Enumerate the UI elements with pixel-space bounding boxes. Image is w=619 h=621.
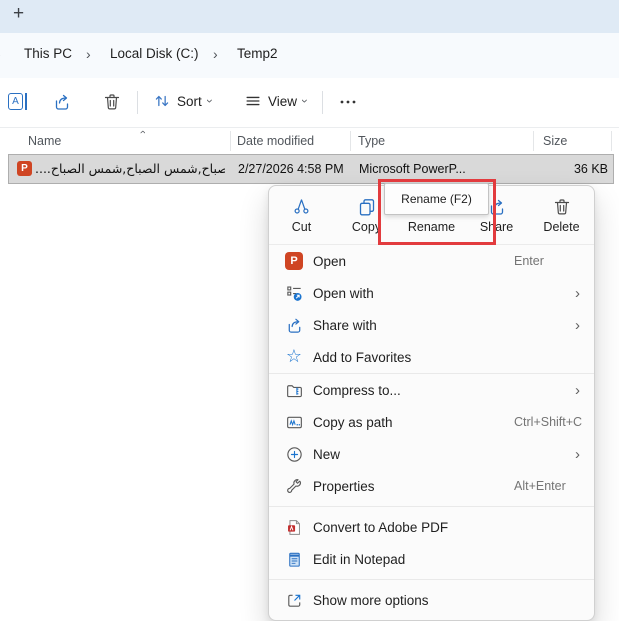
share-icon (55, 94, 69, 110)
file-type: Microsoft PowerP... (359, 162, 466, 176)
menu-item-new[interactable]: New › (269, 438, 594, 470)
view-icon (246, 96, 260, 106)
menu-item-properties[interactable]: Properties Alt+Enter (269, 470, 594, 502)
sort-button[interactable]: Sort › (153, 92, 217, 110)
breadcrumb-local-disk[interactable]: Local Disk (C:) (110, 46, 199, 61)
menu-item-add-to-favorites[interactable]: ☆ Add to Favorites (269, 341, 594, 374)
chevron-right-icon: › (0, 46, 1, 62)
text-cursor-icon (25, 93, 27, 110)
powerpoint-icon: P (285, 252, 303, 270)
delete-label: Delete (543, 219, 580, 234)
menu-item-share-with[interactable]: Share with › (269, 309, 594, 341)
chevron-down-icon: › (202, 99, 217, 103)
file-size: 36 KB (573, 162, 608, 176)
menu-item-compress-to[interactable]: Compress to... › (269, 374, 594, 406)
properties-icon (286, 478, 301, 493)
share-with-icon (288, 318, 300, 333)
see-more-button[interactable] (338, 96, 358, 116)
delete-icon (104, 94, 120, 110)
rename-tooltip: Rename (F2) (384, 183, 489, 215)
context-menu: Cut Copy Rename Share Delete P Open Ente… (268, 185, 595, 621)
shortcut-label: Ctrl+Shift+C (514, 415, 583, 429)
toolbar-divider (137, 91, 138, 114)
sort-ascending-icon: › (136, 130, 149, 134)
cut-label: Cut (291, 219, 312, 234)
favorites-star-icon: ☆ (285, 346, 303, 367)
column-header-type[interactable]: Type (358, 134, 385, 148)
delete-button[interactable]: Delete (529, 186, 594, 244)
copy-label: Copy (351, 219, 382, 234)
column-divider[interactable] (350, 131, 351, 151)
cut-icon (294, 199, 309, 214)
sort-icon (155, 95, 169, 107)
rename-label: Rename (407, 219, 456, 234)
rename-button[interactable]: A (8, 93, 27, 110)
menu-item-edit-in-notepad[interactable]: Edit in Notepad (269, 543, 594, 575)
chevron-right-icon: › (213, 46, 218, 62)
column-header-size[interactable]: Size (543, 134, 567, 148)
file-list-header: Name › Date modified Type Size (0, 127, 619, 154)
shortcut-label: Enter (514, 254, 544, 268)
menu-separator (269, 579, 594, 580)
menu-item-show-more-options[interactable]: Show more options (269, 584, 594, 616)
share-button[interactable] (52, 92, 72, 112)
delete-icon (554, 198, 569, 215)
share-label: Share (479, 219, 514, 234)
file-row-selected[interactable]: P ....شمس الصباح,شمس الصباح,شمس الصباح 2… (8, 154, 614, 184)
file-name: ....شمس الصباح,شمس الصباح,شمس الصباح (35, 161, 225, 176)
submenu-chevron-icon: › (575, 381, 580, 399)
view-label: View (268, 93, 298, 109)
show-more-options-icon (287, 594, 300, 607)
copy-icon (359, 198, 374, 215)
breadcrumb-this-pc[interactable]: This PC (24, 46, 72, 61)
new-icon (286, 446, 302, 462)
compress-to-icon (286, 384, 302, 397)
more-icon (340, 100, 356, 104)
column-divider[interactable] (611, 131, 612, 151)
chevron-right-icon: › (86, 46, 91, 62)
view-button[interactable]: View › (244, 92, 312, 110)
file-explorer-window: + › This PC › Local Disk (C:) › Temp2 A (0, 0, 619, 621)
menu-item-open[interactable]: P Open Enter (269, 245, 594, 277)
rename-icon: A (8, 93, 23, 110)
submenu-chevron-icon: › (575, 316, 580, 334)
new-tab-button[interactable]: + (13, 3, 24, 25)
chevron-down-icon: › (298, 99, 313, 103)
delete-button[interactable] (102, 92, 122, 112)
shortcut-label: Alt+Enter (514, 479, 566, 493)
share-icon (490, 199, 503, 215)
file-date-modified: 2/27/2026 4:58 PM (238, 162, 344, 176)
adobe-pdf-icon (287, 519, 300, 535)
powerpoint-file-icon: P (17, 161, 32, 176)
submenu-chevron-icon: › (575, 284, 580, 302)
column-divider[interactable] (230, 131, 231, 151)
sort-label: Sort (177, 93, 202, 109)
column-divider[interactable] (533, 131, 534, 151)
column-header-name[interactable]: Name (28, 134, 61, 148)
command-bar: A Sort › View › (0, 78, 619, 127)
notepad-icon (288, 552, 300, 567)
cut-button[interactable]: Cut (269, 186, 334, 244)
open-with-icon (286, 285, 302, 301)
menu-item-copy-as-path[interactable]: Copy as path Ctrl+Shift+C (269, 406, 594, 438)
menu-separator (269, 506, 594, 507)
toolbar-divider (322, 91, 323, 114)
copy-as-path-icon (286, 416, 302, 428)
submenu-chevron-icon: › (575, 445, 580, 463)
column-header-date-modified[interactable]: Date modified (237, 134, 314, 148)
tab-bar: + (0, 0, 619, 33)
menu-item-open-with[interactable]: Open with › (269, 277, 594, 309)
menu-item-convert-to-adobe-pdf[interactable]: Convert to Adobe PDF (269, 511, 594, 543)
breadcrumb-temp2[interactable]: Temp2 (237, 46, 278, 61)
breadcrumb: › This PC › Local Disk (C:) › Temp2 (0, 33, 619, 79)
